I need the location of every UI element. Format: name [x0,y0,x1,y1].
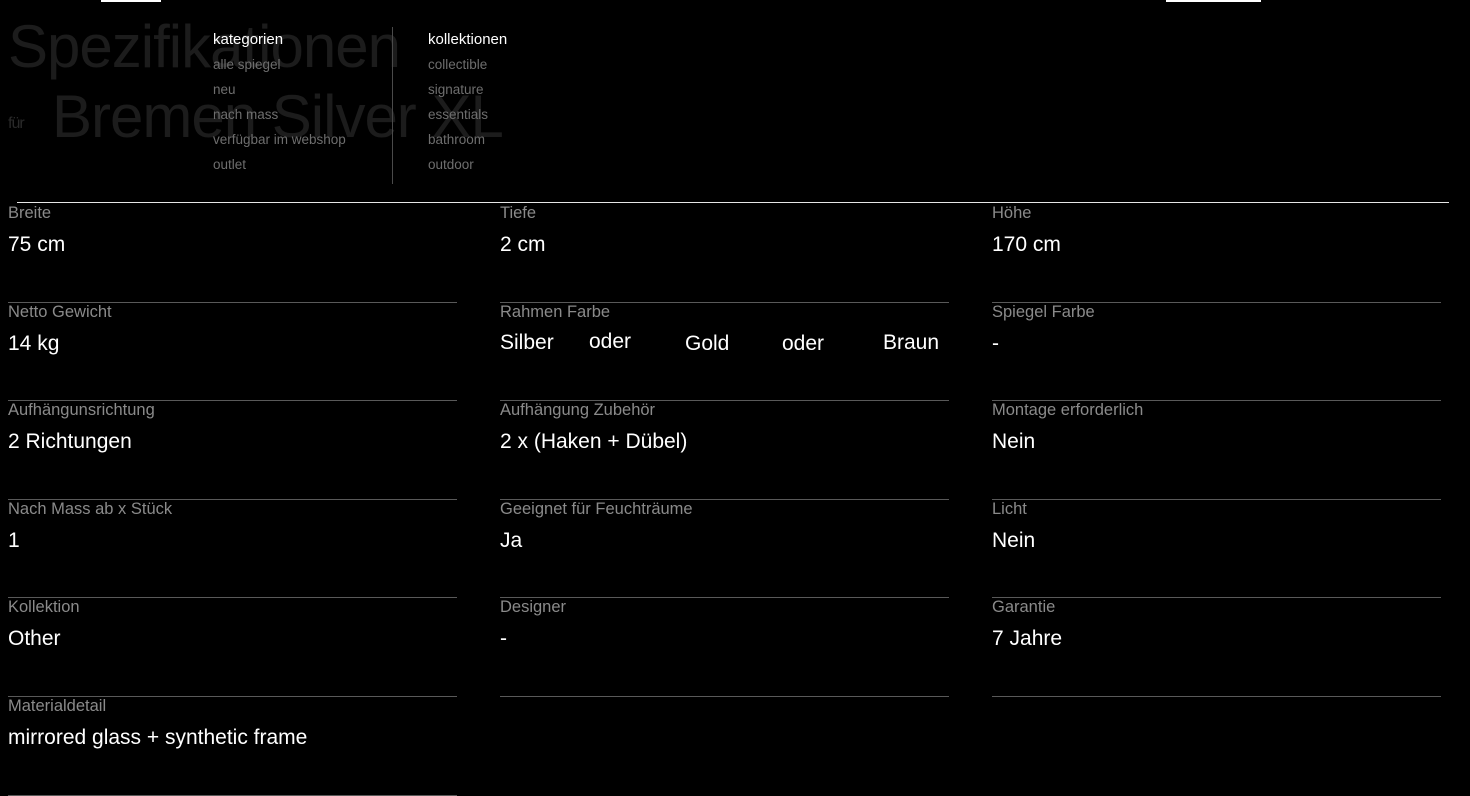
spec-value: mirrored glass + synthetic frame [8,725,308,749]
spec-row: Kollektion Other Designer - Garantie 7 J… [8,598,1458,697]
menu-item-neu[interactable]: neu [213,77,346,102]
spec-value: 170 cm [992,233,1061,256]
spec-label: Montage erforderlich [992,401,1144,420]
menu-heading-kategorien: kategorien [213,31,284,48]
spec-label: Designer [500,598,567,617]
spec-label: Geeignet für Feuchträume [500,499,693,518]
spec-value: 2 Richtungen [8,430,132,454]
spec-value: Ja [500,528,523,552]
spec-value: 14 kg [8,331,60,355]
spec-tiefe: Tiefe 2 cm [500,204,949,303]
spec-row: Breite 75 cm Tiefe 2 cm Höhe 170 cm [8,204,1458,303]
spec-label: Garantie [992,598,1056,617]
spec-empty [992,697,1441,796]
spec-designer: Designer - [500,598,949,697]
spec-value: 7 Jahre [992,627,1063,651]
spec-label: Materialdetail [8,696,107,715]
spec-aufhaengung-zubehoer: Aufhängung Zubehör 2 x (Haken + Dübel) [500,401,949,500]
spec-hoehe: Höhe 170 cm [992,204,1441,303]
spec-value: 2 x (Haken + Dübel) [500,430,688,454]
frame-color-options: Silber oder Gold oder Braun [500,329,949,361]
menu-item-collectible[interactable]: collectible [428,52,507,77]
menu-item-nach-mass[interactable]: nach mass [213,102,346,127]
menu-item-bathroom[interactable]: bathroom [428,127,507,152]
spec-netto-gewicht: Netto Gewicht 14 kg [8,303,457,402]
spec-montage: Montage erforderlich Nein [992,401,1441,500]
spec-value: - [992,331,999,355]
spec-label: Breite [8,204,52,222]
mega-menu: kategorien alle spiegel neu nach mass ve… [0,0,1470,203]
spec-value: 1 [8,528,20,552]
spec-label: Aufhängunsrichtung [8,401,155,420]
spec-value: 2 cm [500,233,546,256]
frame-color-separator: oder [589,329,632,353]
spec-label: Rahmen Farbe [500,302,611,321]
menu-divider [392,27,393,184]
menu-item-essentials[interactable]: essentials [428,102,507,127]
spec-licht: Licht Nein [992,500,1441,599]
spec-value: Other [8,627,61,651]
menu-column-kategorien: kategorien alle spiegel neu nach mass ve… [213,30,346,177]
frame-color-option-braun[interactable]: Braun [883,331,939,355]
spec-label: Höhe [992,204,1032,222]
menu-item-alle-spiegel[interactable]: alle spiegel [213,52,346,77]
spec-label: Aufhängung Zubehör [500,401,656,420]
spec-value: Nein [992,430,1036,454]
spec-garantie: Garantie 7 Jahre [992,598,1441,697]
spec-row: Netto Gewicht 14 kg Rahmen Farbe Silber … [8,303,1458,402]
frame-color-option-silber[interactable]: Silber [500,331,554,355]
spec-label: Spiegel Farbe [992,302,1095,321]
spec-materialdetail: Materialdetail mirrored glass + syntheti… [8,697,457,796]
spec-rahmen-farbe: Rahmen Farbe Silber oder Gold oder Braun [500,303,949,402]
menu-heading-kollektionen: kollektionen [428,31,508,48]
spec-label: Kollektion [8,598,80,617]
spec-row: Aufhängunsrichtung 2 Richtungen Aufhängu… [8,401,1458,500]
spec-label: Netto Gewicht [8,302,112,321]
frame-color-separator: oder [782,331,825,355]
spec-label: Nach Mass ab x Stück [8,499,173,518]
specifications-grid: Breite 75 cm Tiefe 2 cm Höhe 170 cm Nett… [8,204,1458,796]
spec-kollektion: Kollektion Other [8,598,457,697]
menu-item-verfuegbar-im-webshop[interactable]: verfügbar im webshop [213,127,346,152]
spec-row: Materialdetail mirrored glass + syntheti… [8,697,1458,796]
spec-nach-mass: Nach Mass ab x Stück 1 [8,500,457,599]
menu-bottom-border [17,202,1449,203]
menu-item-outlet[interactable]: outlet [213,152,346,177]
menu-item-signature[interactable]: signature [428,77,507,102]
spec-aufhaengungsrichtung: Aufhängunsrichtung 2 Richtungen [8,401,457,500]
menu-column-kollektionen: kollektionen collectible signature essen… [428,30,507,177]
frame-color-option-gold[interactable]: Gold [685,332,729,356]
spec-empty [500,697,949,796]
spec-feuchtraeume: Geeignet für Feuchträume Ja [500,500,949,599]
spec-value: - [500,627,507,651]
menu-item-outdoor[interactable]: outdoor [428,152,507,177]
spec-row: Nach Mass ab x Stück 1 Geeignet für Feuc… [8,500,1458,599]
spec-label: Tiefe [500,204,537,222]
spec-spiegel-farbe: Spiegel Farbe - [992,303,1441,402]
spec-value: 75 cm [8,233,66,256]
spec-label: Licht [992,499,1027,518]
spec-breite: Breite 75 cm [8,204,457,303]
spec-value: Nein [992,528,1036,552]
